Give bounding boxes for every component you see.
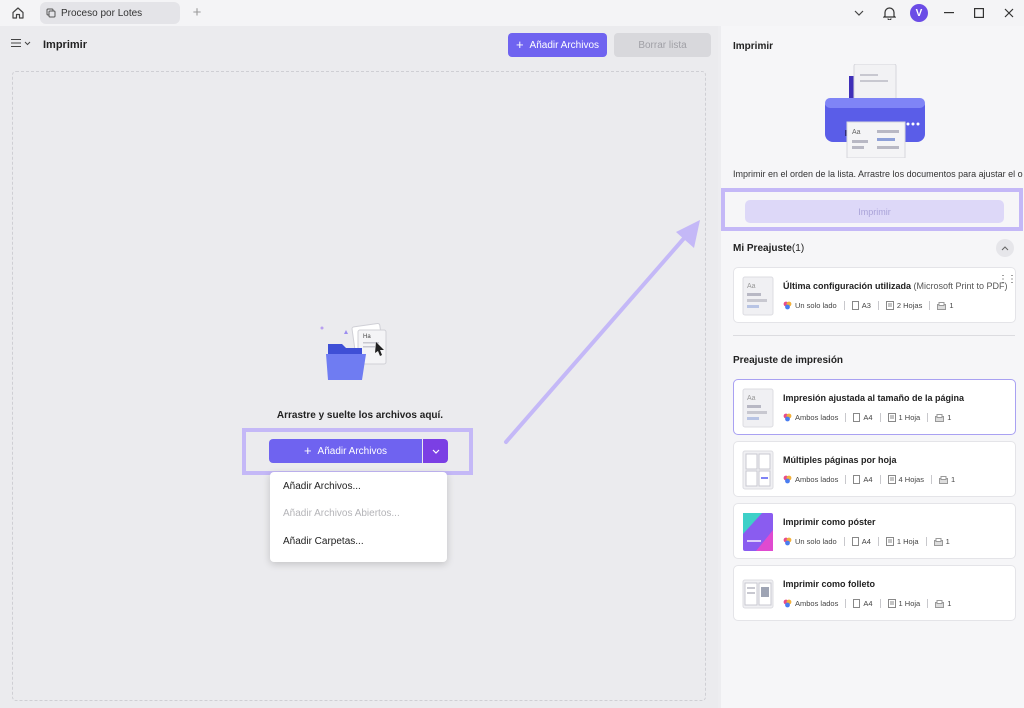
paper-icon xyxy=(853,413,861,422)
menu-button[interactable] xyxy=(10,38,31,48)
panel-title: Imprimir xyxy=(733,41,774,52)
collapse-presets-button[interactable] xyxy=(996,239,1014,257)
svg-text:Aa: Aa xyxy=(747,283,756,290)
preset-meta: Ambos lados A4 1 Hoja 1 xyxy=(783,413,951,422)
more-options-icon[interactable]: ⋮⋮ xyxy=(998,274,1017,285)
color-icon xyxy=(783,475,792,484)
tab-label: Proceso por Lotes xyxy=(61,7,143,19)
add-files-menu: Añadir Archivos... Añadir Archivos Abier… xyxy=(270,472,447,562)
drop-instructions: Arrastre y suelte los archivos aquí. xyxy=(276,410,444,421)
preset-card-multiple-pages[interactable]: Múltiples páginas por hoja Ambos lados A… xyxy=(733,441,1016,497)
print-description: Imprimir en el orden de la lista. Arrast… xyxy=(733,169,1023,179)
paper-icon xyxy=(853,475,861,484)
sheets-icon xyxy=(887,475,896,484)
page-title: Imprimir xyxy=(43,39,88,51)
chevron-down-icon xyxy=(432,449,439,454)
copies-icon xyxy=(933,537,943,546)
add-files-main-button[interactable]: + Añadir Archivos xyxy=(269,439,422,463)
preset-meta: Ambos lados A4 4 Hojas 1 xyxy=(783,475,955,484)
printer-illustration-icon: Aa xyxy=(825,64,925,158)
svg-text:Ha: Ha xyxy=(363,334,371,340)
close-icon xyxy=(1004,8,1014,18)
preset-meta: Un solo lado A4 1 Hoja 1 xyxy=(783,537,950,546)
multi-page-thumbnail-icon xyxy=(742,450,774,490)
print-button-label: Imprimir xyxy=(858,206,891,217)
color-icon xyxy=(783,413,792,422)
copies-icon xyxy=(935,599,945,608)
menu-item-add-open-files[interactable]: Añadir Archivos Abiertos... xyxy=(283,508,400,519)
preset-card-fit-to-page[interactable]: Aa Impresión ajustada al tamaño de la pá… xyxy=(733,379,1016,435)
chevron-up-icon xyxy=(1001,245,1009,250)
menu-icon xyxy=(11,38,21,48)
preset-name: Imprimir como póster xyxy=(783,517,876,527)
minimize-button[interactable] xyxy=(934,1,964,25)
color-icon xyxy=(783,599,792,608)
copies-icon xyxy=(938,475,948,484)
notifications-button[interactable] xyxy=(874,1,904,25)
avatar[interactable]: V xyxy=(910,4,928,22)
home-button[interactable] xyxy=(8,4,28,22)
home-icon xyxy=(12,7,24,19)
sheets-icon xyxy=(887,599,896,608)
clear-list-label: Borrar lista xyxy=(638,39,687,51)
sheets-icon xyxy=(887,413,896,422)
document-thumbnail-icon: Aa xyxy=(742,276,774,316)
poster-thumbnail-icon xyxy=(743,513,773,551)
paper-icon xyxy=(851,537,859,546)
print-button[interactable]: Imprimir xyxy=(745,200,1004,223)
my-presets-title: Mi Preajuste(1) xyxy=(733,243,805,254)
menu-item-add-files[interactable]: Añadir Archivos... xyxy=(283,481,361,492)
batch-icon xyxy=(46,8,56,18)
paper-icon xyxy=(851,301,859,310)
fit-page-thumbnail-icon: Aa xyxy=(742,388,774,428)
folder-illustration-icon: Ha xyxy=(320,322,387,380)
print-panel: Imprimir Aa Imprimir en el orden de la l… xyxy=(721,26,1024,708)
chevron-down-icon xyxy=(24,41,31,45)
preset-meta: Ambos lados A4 1 Hoja 1 xyxy=(783,599,951,608)
copies-icon xyxy=(937,301,947,310)
booklet-thumbnail-icon xyxy=(742,579,774,609)
clear-list-button[interactable]: Borrar lista xyxy=(614,33,711,57)
new-tab-button[interactable]: + xyxy=(190,4,204,22)
preset-name: Imprimir como folleto xyxy=(783,579,876,589)
add-files-dropdown-button[interactable] xyxy=(423,439,448,463)
minimize-icon xyxy=(944,12,954,14)
divider xyxy=(733,335,1015,336)
maximize-button[interactable] xyxy=(964,1,994,25)
tab-batch-process[interactable]: Proceso por Lotes xyxy=(40,2,180,24)
chevron-down-button[interactable] xyxy=(844,1,874,25)
preset-card-poster[interactable]: Imprimir como póster Un solo lado A4 1 H… xyxy=(733,503,1016,559)
menu-item-add-folders[interactable]: Añadir Carpetas... xyxy=(283,536,364,547)
sheets-icon xyxy=(885,301,894,310)
maximize-icon xyxy=(974,8,984,18)
add-files-main-label: Añadir Archivos xyxy=(317,445,388,457)
color-icon xyxy=(783,537,792,546)
close-button[interactable] xyxy=(994,1,1024,25)
bell-icon xyxy=(882,7,896,20)
chevron-down-icon xyxy=(854,10,864,16)
preset-name: Múltiples páginas por hoja xyxy=(783,455,897,465)
svg-text:Aa: Aa xyxy=(747,395,756,402)
plus-icon: + xyxy=(303,443,312,458)
add-files-button[interactable]: + Añadir Archivos xyxy=(508,33,607,57)
color-icon xyxy=(783,301,792,310)
preset-card-last-used[interactable]: Aa Última configuración utilizada (Micro… xyxy=(733,267,1017,323)
add-files-label: Añadir Archivos xyxy=(529,39,600,51)
preset-meta: Un solo lado A3 2 Hojas 1 xyxy=(783,301,954,310)
svg-text:Aa: Aa xyxy=(852,129,861,136)
preset-name: Última configuración utilizada (Microsof… xyxy=(783,281,1008,291)
preset-card-booklet[interactable]: Imprimir como folleto Ambos lados A4 1 H… xyxy=(733,565,1016,621)
preset-name: Impresión ajustada al tamaño de la págin… xyxy=(783,393,965,403)
sheets-icon xyxy=(885,537,894,546)
title-bar: Proceso por Lotes + V xyxy=(0,0,1024,26)
print-presets-title: Preajuste de impresión xyxy=(733,355,844,366)
paper-icon xyxy=(853,599,861,608)
copies-icon xyxy=(935,413,945,422)
plus-icon: + xyxy=(515,37,524,52)
